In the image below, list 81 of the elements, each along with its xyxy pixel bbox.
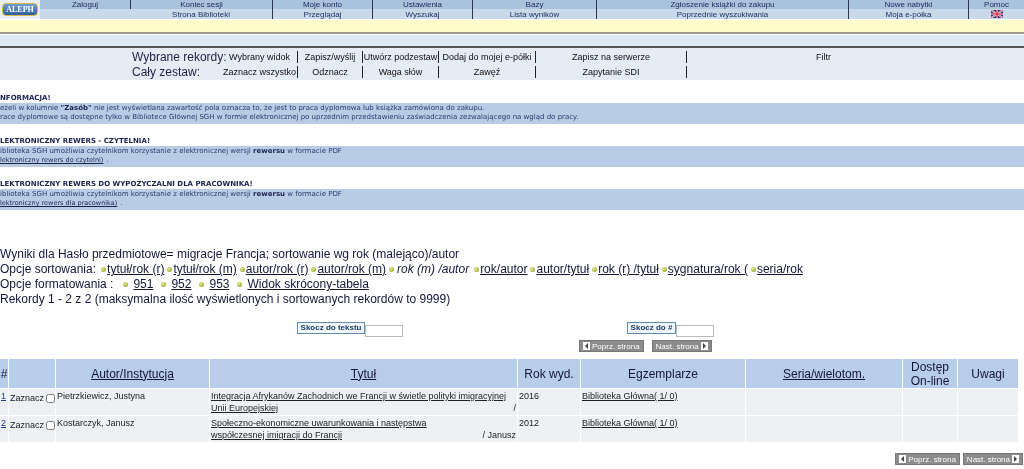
bar-link[interactable]: Utwórz podzestaw — [363, 51, 438, 62]
sort-option-link[interactable]: rok/autor — [480, 262, 528, 277]
bullet-icon — [237, 282, 243, 287]
filter-link[interactable]: Filtr — [816, 51, 831, 62]
sort-option-link[interactable]: autor/rok (m) — [317, 262, 387, 277]
bullet-icon — [123, 282, 129, 287]
column-label: Uwagi — [971, 366, 1005, 381]
bar-link[interactable]: Zapisz na serwerze — [572, 51, 650, 62]
bar-link[interactable]: Zapytanie SDI — [582, 66, 640, 77]
format-option-link[interactable]: Widok skrócony-tabela — [247, 277, 369, 292]
bullet-icon — [167, 267, 173, 272]
holdings-link[interactable]: Biblioteka Główna( 1/ 0) — [582, 391, 678, 401]
records-count: Rekordy 1 - 2 z 2 (maksymalna ilość wyświetlonych i sortowanych rekordów to 9999) — [0, 292, 452, 307]
title-suffix: / — [513, 402, 516, 414]
checkbox-label: Zaznacz — [10, 419, 44, 431]
sort-option-link[interactable]: autor/tytuł — [536, 262, 590, 277]
sort-option: rok (m) /autor — [397, 262, 470, 277]
format-option-link[interactable]: 952 — [171, 277, 192, 292]
column-sort-link[interactable]: Autor/Instytucja — [91, 366, 174, 381]
bar-link[interactable]: Zawęź — [473, 66, 501, 77]
column-label: # — [0, 366, 8, 381]
bar-link[interactable]: Zaznacz wszystko — [223, 66, 296, 77]
table-cell — [958, 389, 1018, 415]
bullet-icon — [750, 267, 756, 272]
checkbox-label: Zaznacz — [10, 392, 44, 404]
nav-link[interactable]: Bazy — [525, 0, 544, 9]
format-option-link[interactable]: 951 — [133, 277, 154, 292]
column-sort-link[interactable]: Seria/wielotom. — [783, 366, 865, 381]
bullet-icon — [161, 282, 167, 287]
format-label: Opcje formatowania : — [0, 277, 114, 292]
bullet-icon — [661, 267, 667, 272]
bullet-icon — [530, 267, 536, 272]
bar-label: Cały zestaw: — [132, 64, 202, 79]
bullet-icon — [592, 267, 598, 272]
select-checkbox[interactable] — [46, 420, 55, 430]
aleph-logo[interactable]: ALEPH — [2, 3, 38, 16]
sort-option-link[interactable]: rok (r) /tytuł — [598, 262, 659, 277]
table-cell: Kostarczyk, Janusz — [56, 416, 209, 442]
right-arrow-icon — [1012, 455, 1019, 463]
bar-link[interactable]: Dodaj do mojej e-półki — [442, 51, 532, 62]
column-label: Rok wyd. — [524, 366, 574, 381]
column-label: Egzemplarze — [628, 366, 698, 381]
select-checkbox[interactable] — [46, 393, 55, 403]
sort-option-link[interactable]: autor/rok (r) — [245, 262, 309, 277]
title-link[interactable]: Społeczno-ekonomiczne uwarunkowania i następstwa współczesnej imigracji do Francji — [211, 417, 480, 441]
sort-option-link[interactable]: tytuł/rok (m) — [173, 262, 237, 277]
jump-button[interactable]: Skocz do # — [627, 322, 676, 334]
text-input[interactable] — [365, 325, 403, 337]
format-option-link[interactable]: 953 — [209, 277, 230, 292]
bullet-icon — [239, 267, 245, 272]
holdings-link[interactable]: Biblioteka Główna( 1/ 0) — [582, 418, 678, 428]
bar-link[interactable]: Odznacz — [312, 66, 348, 77]
table-cell — [903, 389, 957, 415]
bar-link[interactable]: Zapisz/wyślij — [304, 51, 356, 62]
sort-option-link[interactable]: seria/rok — [756, 262, 803, 277]
bar-link[interactable]: Waga słów — [378, 66, 423, 77]
jump-button[interactable]: Skocz do tekstu — [297, 322, 365, 334]
bullet-icon — [199, 282, 205, 287]
right-arrow-icon — [700, 342, 708, 350]
bullet-icon — [311, 267, 317, 272]
sort-option-link[interactable]: sygnatura/rok ( — [667, 262, 748, 277]
results-summary: Wyniki dla Hasło przedmiotowe= migracje Francja; sortowanie wg rok (malejąco)/autor — [0, 247, 461, 262]
title-link[interactable]: Integracja Afrykanów Zachodnich we Francji w świetle polityki imigracyjnej Unii Europejskiej — [211, 390, 511, 414]
table-cell: 2012 — [518, 416, 580, 442]
table-cell: 2016 — [518, 389, 580, 415]
left-arrow-icon — [899, 455, 907, 463]
row-number-link[interactable]: 1 — [1, 391, 6, 401]
bullet-icon — [389, 267, 395, 272]
bar-link[interactable]: Wybrany widok — [229, 51, 290, 62]
sort-label: Opcje sortowania: — [0, 262, 97, 277]
left-arrow-icon — [583, 342, 590, 350]
number-input[interactable] — [676, 325, 714, 337]
sort-option-link[interactable]: tytuł/rok (r) — [107, 262, 165, 277]
bullet-icon — [474, 267, 480, 272]
row-number-link[interactable]: 2 — [1, 418, 6, 428]
title-suffix: / Janusz — [482, 429, 516, 441]
column-sort-link[interactable]: Tytuł — [350, 366, 377, 381]
column-label: Dostęp On-line — [910, 359, 950, 388]
table-cell: Pietrzkiewicz, Justyna — [56, 389, 209, 415]
flag-icon[interactable] — [990, 10, 1003, 18]
bullet-icon — [101, 267, 107, 272]
